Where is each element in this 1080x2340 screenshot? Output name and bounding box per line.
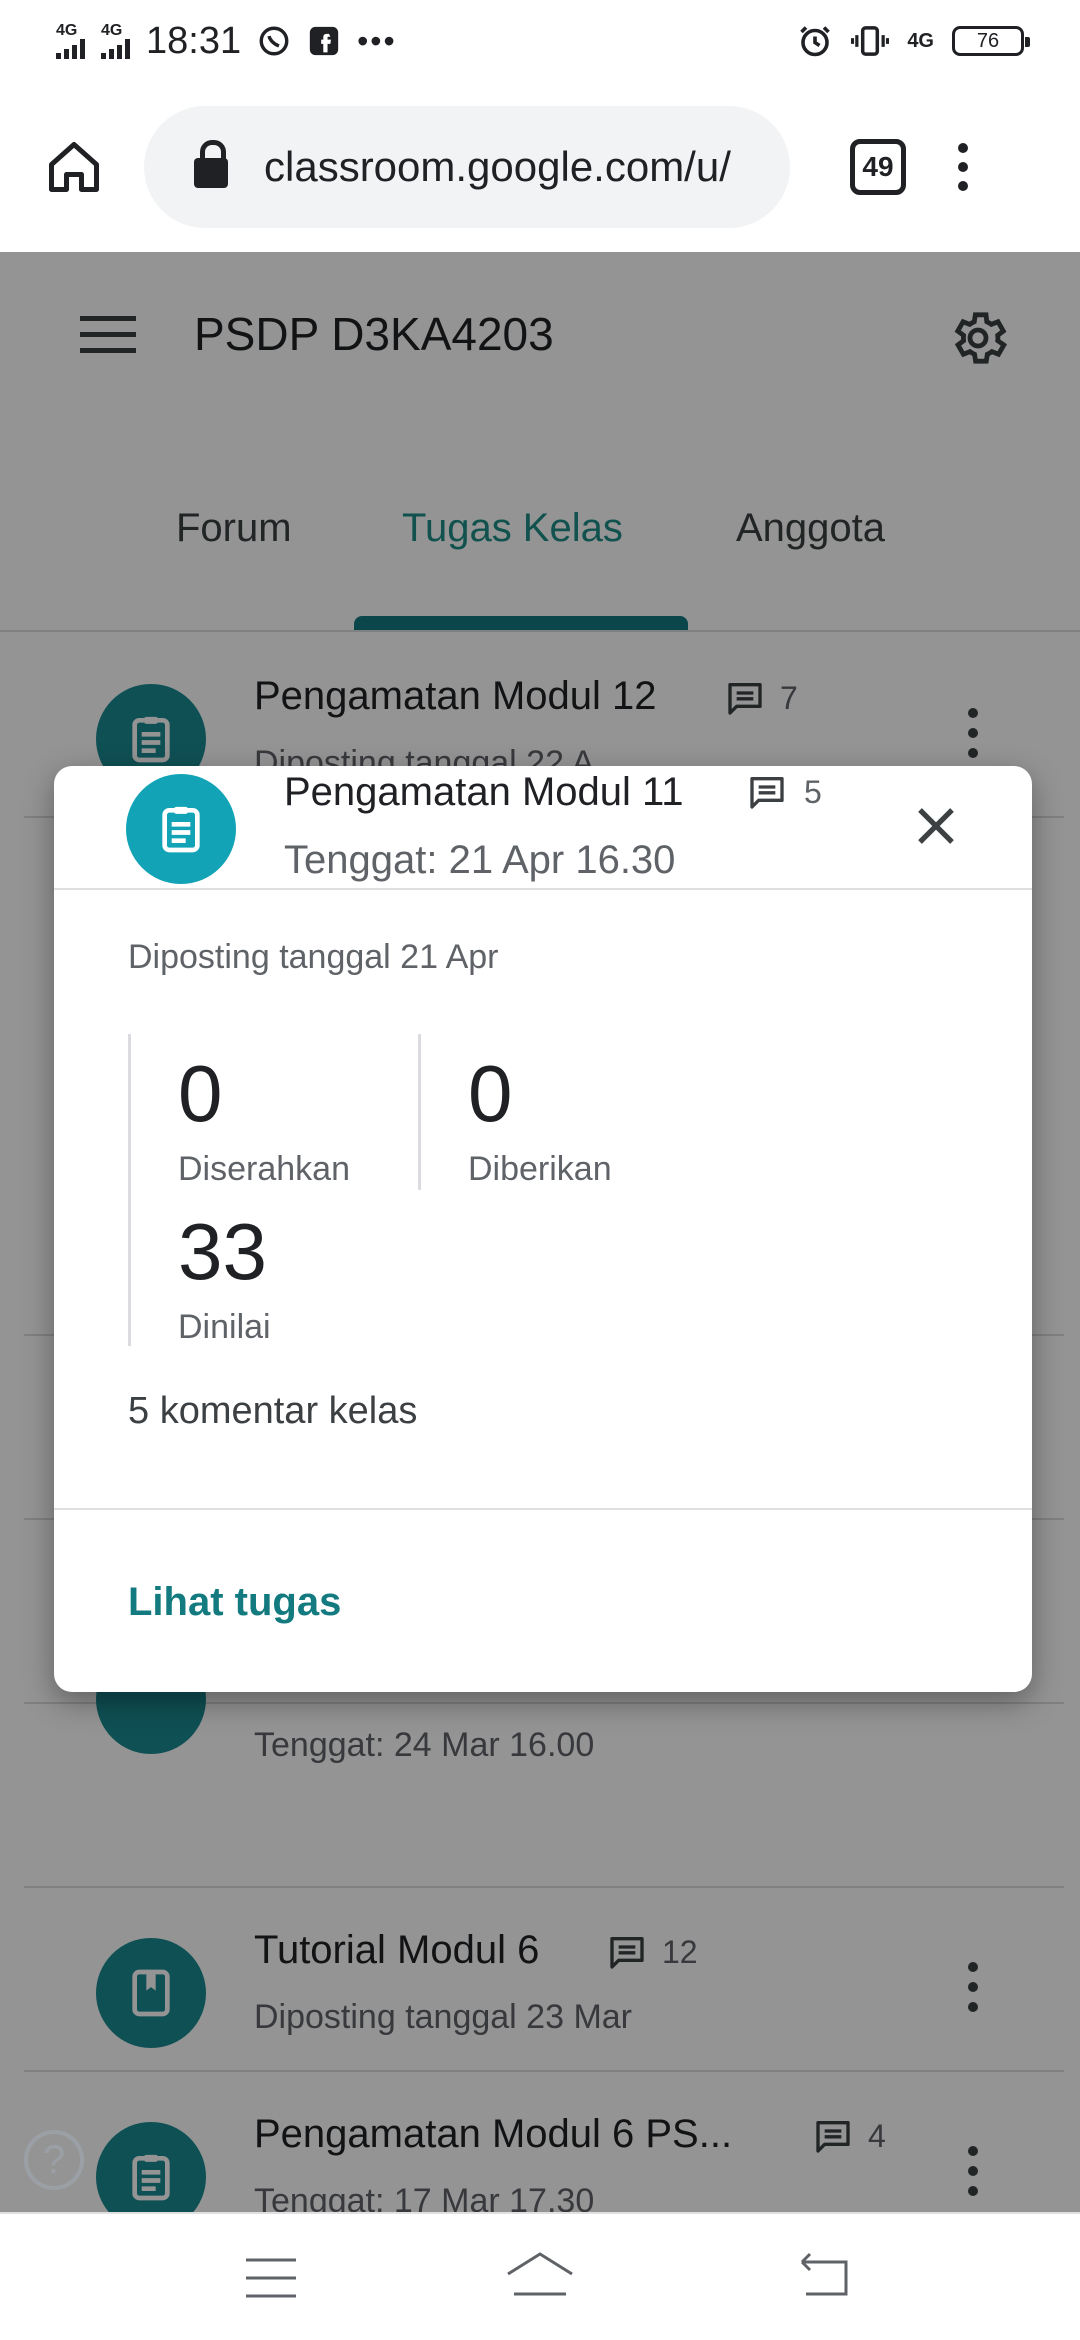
dialog-comments: 5 — [746, 772, 822, 812]
vibrate-icon — [851, 26, 890, 56]
more-notifications-icon: ••• — [357, 22, 397, 59]
system-navigation-bar — [0, 2212, 1080, 2340]
close-icon[interactable] — [912, 802, 960, 850]
dialog-title: Pengamatan Modul 11 — [284, 770, 684, 814]
data-network-icon: 4G — [907, 30, 934, 52]
stat-label: Diberikan — [468, 1150, 612, 1188]
class-comments-count[interactable]: 5 komentar kelas — [128, 1390, 417, 1433]
alarm-icon — [800, 26, 831, 57]
clock: 18:31 — [146, 19, 242, 62]
battery-level: 76 — [976, 29, 1000, 52]
stat-value: 0 — [468, 1049, 513, 1138]
lock-icon — [194, 140, 228, 188]
comment-count: 5 — [804, 773, 822, 810]
stat-label: Diserahkan — [178, 1150, 350, 1188]
stat-value: 33 — [178, 1207, 267, 1296]
stat-graded[interactable]: 33 Dinilai — [178, 1212, 271, 1347]
posted-date: Diposting tanggal 21 Apr — [128, 938, 499, 976]
assignment-dialog: Pengamatan Modul 11 5 Tenggat: 21 Apr 16… — [54, 766, 1032, 1692]
network-type-2: 4G — [101, 22, 123, 39]
recent-apps-icon[interactable] — [244, 2256, 298, 2300]
address-bar[interactable]: classroom.google.com/u/ — [144, 106, 790, 228]
signal-icon: 4G — [56, 23, 85, 59]
browser-menu-button[interactable] — [958, 143, 968, 191]
stat-assigned[interactable]: 0 Diberikan — [468, 1054, 612, 1189]
stats-divider — [418, 1034, 421, 1190]
dialog-divider — [54, 1508, 1032, 1510]
view-assignment-link[interactable]: Lihat tugas — [128, 1580, 341, 1625]
dialog-due-date: Tenggat: 21 Apr 16.30 — [284, 838, 676, 882]
comment-icon — [750, 777, 784, 809]
stats-divider — [128, 1034, 131, 1346]
assignment-icon — [126, 774, 236, 884]
tab-switcher-button[interactable]: 49 — [850, 139, 906, 195]
stat-label: Dinilai — [178, 1308, 271, 1346]
facebook-icon — [309, 26, 339, 56]
battery-icon: 76 — [952, 26, 1030, 56]
back-icon[interactable] — [796, 2252, 850, 2302]
network-type-1: 4G — [56, 22, 78, 39]
stat-value: 0 — [178, 1049, 223, 1138]
home-icon[interactable] — [44, 137, 104, 197]
tab-count: 49 — [862, 151, 894, 182]
browser-toolbar: classroom.google.com/u/ 49 — [0, 82, 1080, 252]
signal-icon-2: 4G — [101, 23, 130, 59]
help-icon[interactable]: ? — [24, 2130, 84, 2190]
help-label: ? — [42, 2137, 66, 2182]
status-bar: 4G 4G 18:31 ••• 4G 76 — [0, 0, 1080, 82]
whatsapp-icon — [259, 26, 289, 56]
network-type-3: 4G — [907, 30, 934, 52]
home-nav-icon[interactable] — [504, 2248, 576, 2300]
url-text: classroom.google.com/u/ — [264, 143, 731, 190]
dialog-header: Pengamatan Modul 11 5 Tenggat: 21 Apr 16… — [54, 766, 1032, 890]
stat-submitted[interactable]: 0 Diserahkan — [178, 1054, 350, 1189]
